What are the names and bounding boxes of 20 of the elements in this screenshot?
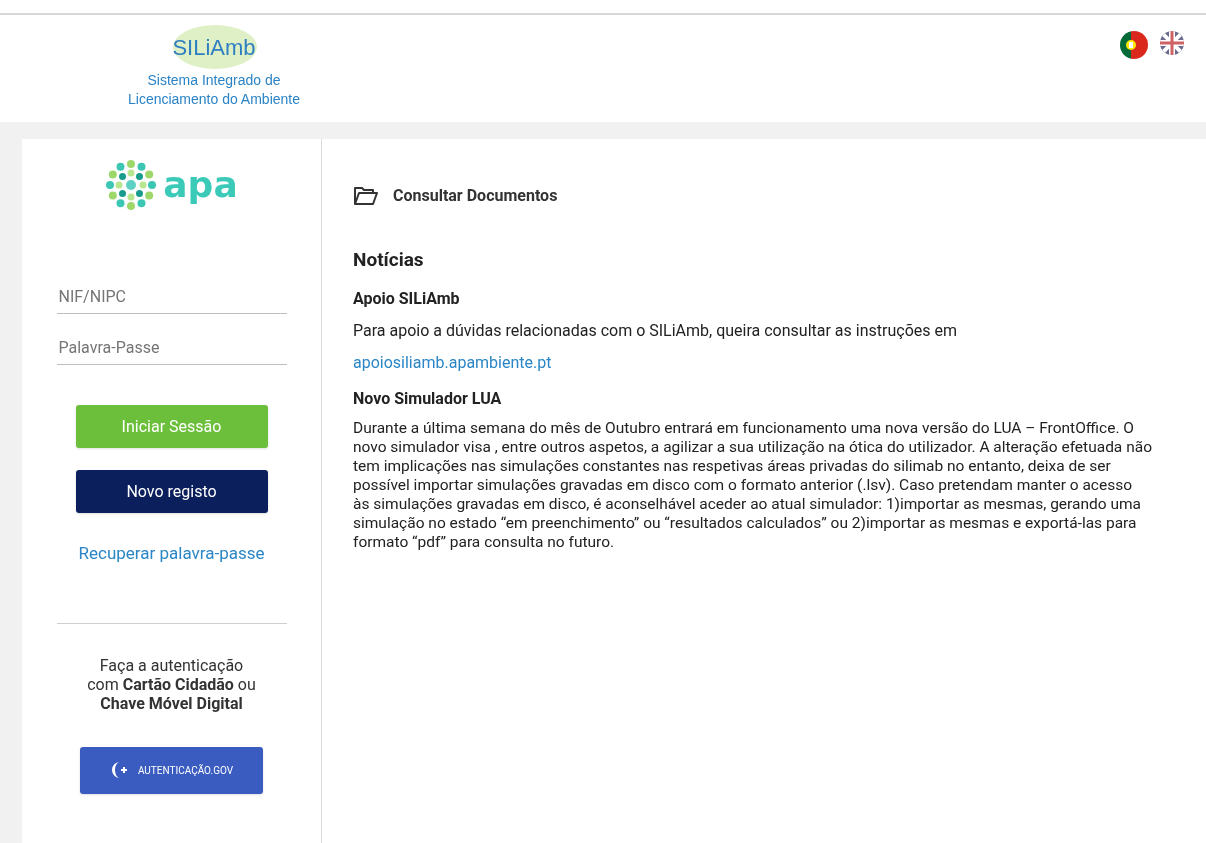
news-text: Para apoio a dúvidas relacionadas com o SILiAmb, queira consultar as instruções em — [353, 319, 958, 342]
register-button[interactable]: Novo registo — [75, 470, 268, 513]
input-field[interactable]: NIF/NIPC — [56, 281, 287, 314]
autenticacao-gov-button[interactable]: AUTENTICAÇÃO.GOV — [80, 746, 263, 794]
folder-icon — [353, 186, 379, 206]
crescent-plus-icon — [109, 760, 130, 780]
apa-logo: apa — [105, 159, 238, 211]
uk-flag-icon[interactable] — [1160, 31, 1184, 55]
news-title: Apoio SILiAmb — [353, 287, 461, 310]
recover-password-link[interactable]: Recuperar palavra-passe — [78, 541, 265, 567]
news-text: Durante a última semana do mês de Outubro entrará em funcionamento uma nova versão do LUA – FrontOffice. O novo simulador visa , entre outros aspetos, a agilizar a sua utilização na ótica do utilizador. A alteração efetuada não tem implicações nas simulações constantes nas respetivas áreas privadas do silimab no entanto, deixa de ser possível importar simulações gravadas em disco com o formato anterior (.lsv). Caso pretendam manter o acesso às simulações gravadas em disco, é aconselhável aceder ao atual simulador: 1)importar as mesmas, gerando uma simulação no estado “em preenchimento” ou “resultados calculados” ou 2)importar as mesmas e exportá-las para formato “pdf” para consulta no futuro. — [353, 418, 1152, 552]
input-field[interactable]: Palavra-Passe — [56, 332, 287, 365]
news-title: Novo Simulador LUA — [353, 387, 503, 410]
news-heading: Notícias — [353, 247, 425, 273]
documents-link[interactable]: Consultar Documentos — [393, 184, 558, 208]
logo-subtitle: Sistema Integrado de — [147, 71, 281, 90]
logo-subtitle: Licenciamento do Ambiente — [128, 90, 300, 109]
support-link[interactable]: apoiosiliamb.apambiente.pt — [353, 350, 1152, 375]
auth-note: Faça a autenticação com Cartão Cidadão ou Chave Móvel Digital — [86, 655, 257, 713]
portugal-flag-icon[interactable] — [1120, 31, 1148, 59]
